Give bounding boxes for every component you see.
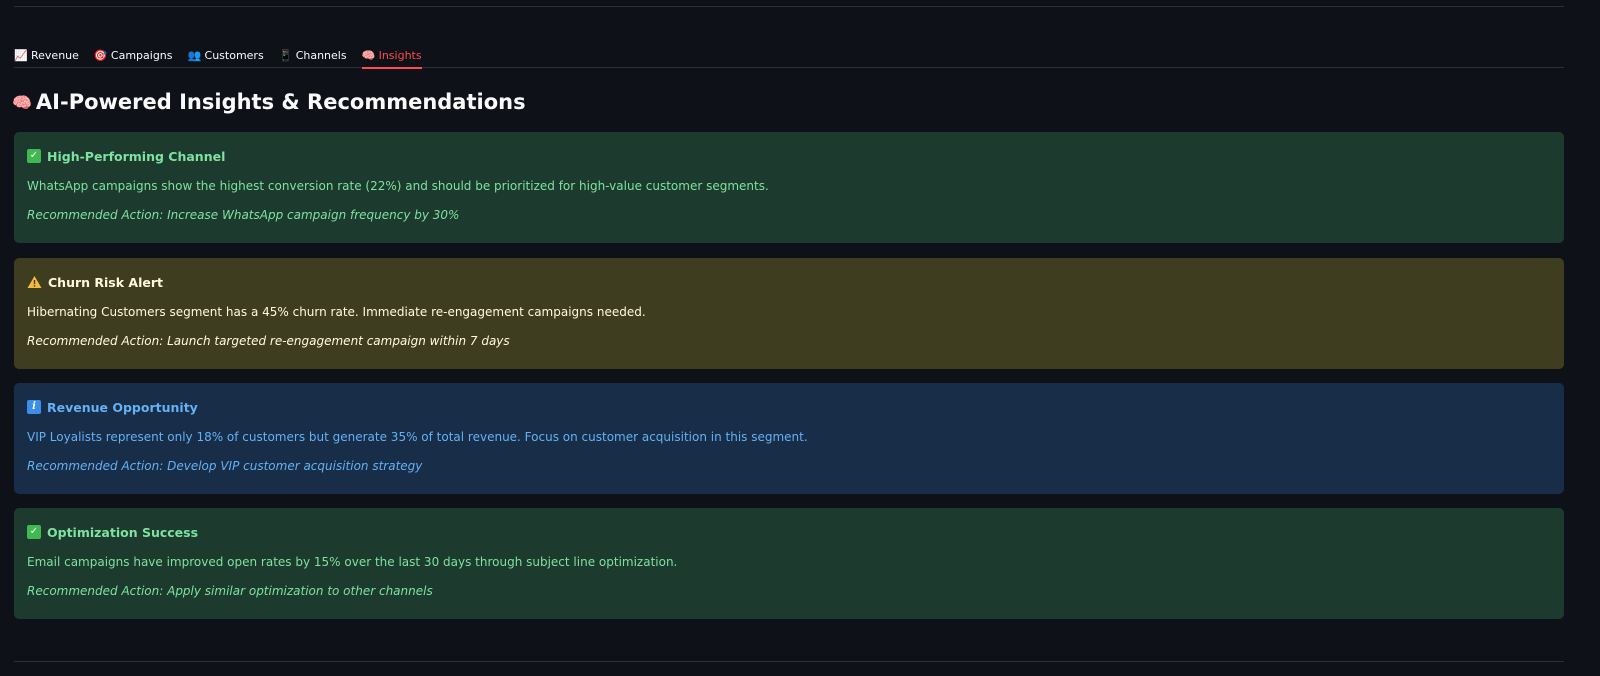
target-icon: 🎯 [93, 48, 108, 62]
card-header: ✓ Optimization Success [27, 523, 1551, 541]
tab-bar: 📈 Revenue 🎯 Campaigns 👥 Customers 📱 Chan… [14, 38, 1564, 69]
card-action: Recommended Action: Apply similar optimi… [27, 584, 433, 598]
people-icon: 👥 [187, 48, 202, 62]
card-action: Recommended Action: Increase WhatsApp ca… [27, 208, 460, 222]
card-body: WhatsApp campaigns show the highest conv… [27, 179, 769, 193]
tab-revenue[interactable]: 📈 Revenue [14, 38, 79, 68]
card-title: Churn Risk Alert [48, 274, 163, 290]
tab-customers[interactable]: 👥 Customers [188, 38, 264, 68]
info-icon: i [27, 400, 41, 414]
bottom-divider [14, 661, 1564, 662]
tab-label: Channels [295, 48, 347, 62]
tab-label: Insights [378, 48, 422, 62]
chart-increasing-icon: 📈 [14, 48, 28, 62]
card-header: i Revenue Opportunity [27, 398, 1551, 416]
card-body: Hibernating Customers segment has a 45% … [27, 305, 646, 319]
check-icon: ✓ [27, 149, 41, 163]
card-title: Optimization Success [47, 524, 199, 540]
warning-icon [27, 275, 42, 289]
insight-card-success: ✓ Optimization Success Email campaigns h… [14, 508, 1564, 619]
brain-icon: 🧠 [361, 48, 376, 62]
tab-campaigns[interactable]: 🎯 Campaigns [94, 38, 173, 68]
card-action: Recommended Action: Develop VIP customer… [27, 459, 423, 473]
tab-insights[interactable]: 🧠 Insights [361, 38, 422, 69]
card-body: VIP Loyalists represent only 18% of cust… [27, 430, 808, 444]
insight-card-warning: Churn Risk Alert Hibernating Customers s… [14, 258, 1564, 369]
card-header: ✓ High-Performing Channel [27, 147, 1551, 165]
card-header: Churn Risk Alert [27, 273, 1551, 291]
tab-label: Customers [204, 48, 264, 62]
check-icon: ✓ [27, 525, 41, 539]
card-body: Email campaigns have improved open rates… [27, 555, 678, 569]
tab-label: Campaigns [110, 48, 173, 62]
page-title-text: AI-Powered Insights & Recommendations [35, 90, 526, 114]
insight-card-success: ✓ High-Performing Channel WhatsApp campa… [14, 132, 1564, 243]
card-action: Recommended Action: Launch targeted re-e… [27, 334, 510, 348]
top-divider [14, 6, 1564, 7]
card-title: High-Performing Channel [47, 148, 226, 164]
mobile-phone-icon: 📱 [278, 48, 293, 62]
insight-card-info: i Revenue Opportunity VIP Loyalists repr… [14, 383, 1564, 494]
brain-icon: 🧠 [12, 92, 32, 112]
tab-channels[interactable]: 📱 Channels [279, 38, 347, 68]
tab-label: Revenue [31, 48, 79, 62]
page-title: 🧠 AI-Powered Insights & Recommendations [12, 90, 526, 114]
card-title: Revenue Opportunity [47, 399, 198, 415]
